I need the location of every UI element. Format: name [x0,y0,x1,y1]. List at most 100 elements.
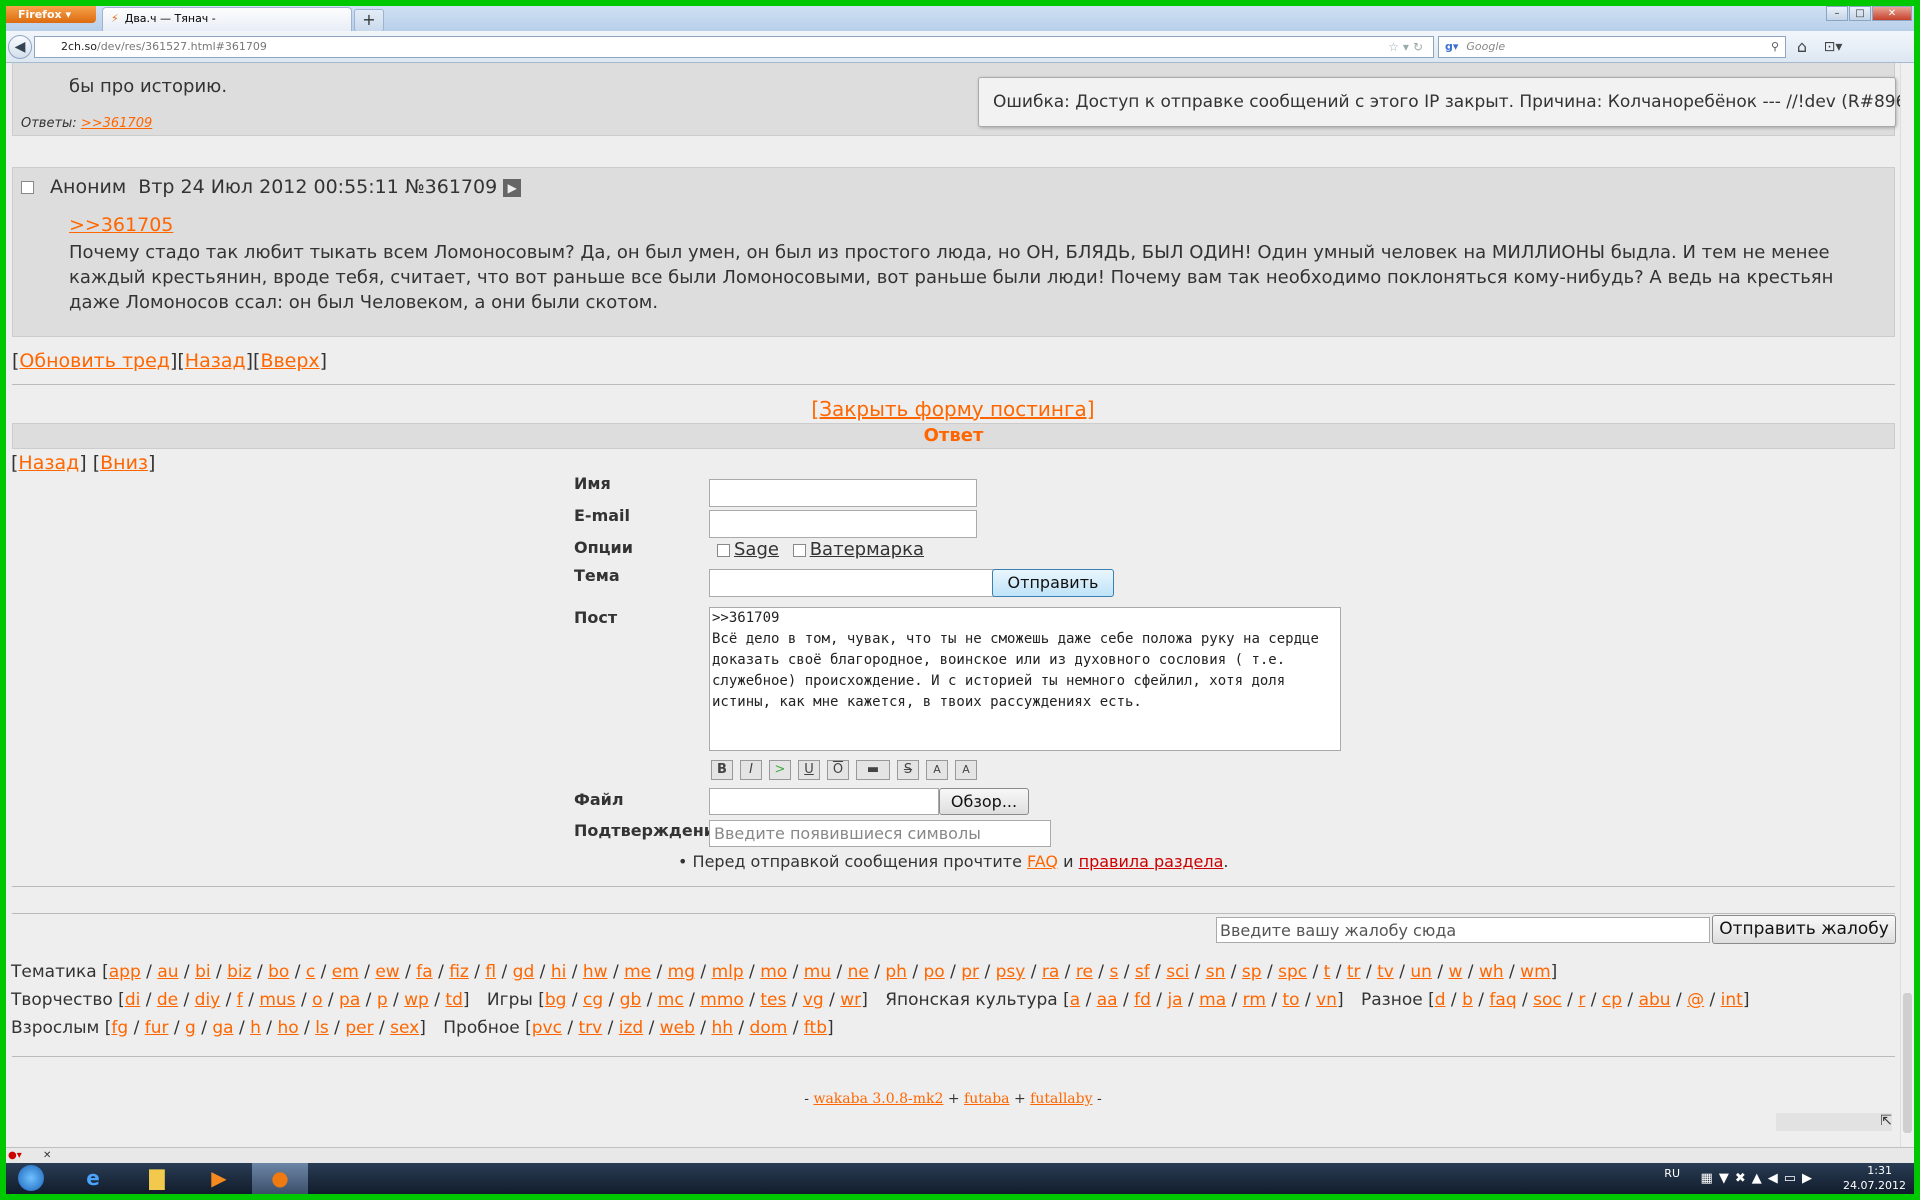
board-link-hi[interactable]: hi [551,962,567,982]
board-link-de[interactable]: de [157,990,178,1010]
board-link-app[interactable]: app [109,962,141,982]
close-form-link[interactable]: [Закрыть форму постинга] [6,397,1900,421]
form-back-link[interactable]: Назад [18,452,79,474]
bold-icon[interactable]: B [711,760,733,780]
url-bar[interactable]: 2ch.so/dev/res/361527.html#361709 ☆▾↻ [34,36,1434,58]
back-link[interactable]: Назад [185,350,246,372]
board-link-t[interactable]: t [1324,962,1331,982]
futallaby-link[interactable]: futallaby [1030,1091,1092,1107]
board-link-per[interactable]: per [345,1018,373,1038]
board-link-ma[interactable]: ma [1199,990,1226,1010]
board-link-c[interactable]: c [306,962,315,982]
underline-icon[interactable]: U [798,760,820,780]
complaint-field[interactable]: Введите вашу жалобу сюда [1216,917,1710,943]
board-link-p[interactable]: p [377,990,388,1010]
subscript-icon[interactable]: A [955,760,977,780]
board-link-sp[interactable]: sp [1242,962,1262,982]
reply-link[interactable]: >>361709 [81,116,152,131]
board-link-h[interactable]: h [250,1018,261,1038]
board-link-web[interactable]: web [660,1018,695,1038]
board-link-biz[interactable]: biz [227,962,251,982]
board-link-fur[interactable]: fur [145,1018,169,1038]
board-link-s[interactable]: s [1109,962,1118,982]
board-link-wm[interactable]: wm [1520,962,1550,982]
sage-checkbox[interactable] [717,543,730,557]
file-path-field[interactable] [709,788,939,815]
addon-bar-icon[interactable]: ⊡▾ [1818,35,1848,59]
bookmark-star-icon[interactable]: ☆▾↻ [1388,37,1427,57]
board-link-wh[interactable]: wh [1479,962,1504,982]
board-link-hh[interactable]: hh [711,1018,733,1038]
board-link-rm[interactable]: rm [1243,990,1266,1010]
board-link-sex[interactable]: sex [390,1018,419,1038]
board-link-trv[interactable]: trv [578,1018,602,1038]
start-button[interactable] [6,1163,56,1194]
board-link-po[interactable]: po [924,962,945,982]
board-link-mc[interactable]: mc [658,990,684,1010]
board-link-ra[interactable]: ra [1042,962,1059,982]
board-link-tv[interactable]: tv [1377,962,1394,982]
board-link-f[interactable]: f [237,990,243,1010]
board-link-@[interactable]: @ [1687,990,1704,1010]
strike-icon[interactable]: S [897,760,919,780]
internet-explorer-icon[interactable]: e [66,1163,120,1194]
board-link-to[interactable]: to [1282,990,1299,1010]
board-link-vn[interactable]: vn [1316,990,1337,1010]
page-scrollbar[interactable] [1900,63,1914,1147]
board-link-mlp[interactable]: mlp [712,962,744,982]
board-link-bg[interactable]: bg [545,990,567,1010]
board-link-int[interactable]: int [1721,990,1743,1010]
faq-link[interactable]: FAQ [1027,852,1058,871]
quote-link[interactable]: >>361705 [69,214,173,236]
new-tab-button[interactable]: + [354,9,384,32]
close-addon-bar-icon[interactable]: ✕ [43,1150,51,1161]
board-link-ne[interactable]: ne [848,962,869,982]
firefox-taskbar-icon[interactable]: ● [252,1163,308,1194]
board-link-td[interactable]: td [445,990,462,1010]
board-link-wr[interactable]: wr [840,990,861,1010]
board-link-fa[interactable]: fa [416,962,432,982]
watermark-checkbox[interactable] [792,543,806,557]
board-link-mu[interactable]: mu [804,962,831,982]
board-link-ga[interactable]: ga [212,1018,233,1038]
board-link-di[interactable]: di [125,990,141,1010]
board-link-dom[interactable]: dom [750,1018,788,1038]
board-link-hw[interactable]: hw [583,962,608,982]
board-link-a[interactable]: a [1070,990,1080,1010]
board-link-mg[interactable]: mg [668,962,695,982]
board-link-r[interactable]: r [1578,990,1585,1010]
board-link-aa[interactable]: aa [1097,990,1118,1010]
language-indicator[interactable]: RU [1664,1167,1680,1180]
board-link-me[interactable]: me [624,962,651,982]
board-link-psy[interactable]: psy [996,962,1026,982]
close-window-icon[interactable]: ✕ [1872,6,1912,21]
board-link-g[interactable]: g [185,1018,196,1038]
board-link-mmo[interactable]: mmo [700,990,744,1010]
board-link-mus[interactable]: mus [259,990,295,1010]
clock-date[interactable]: 24.07.2012 [1843,1179,1906,1192]
tab-active[interactable]: ⚡ Два.ч — Тянач - [102,7,352,31]
board-link-au[interactable]: au [157,962,178,982]
submit-button[interactable]: Отправить [992,569,1114,597]
home-icon[interactable]: ⌂ [1790,35,1814,59]
search-bar[interactable]: g▾ Google ⚲ [1438,36,1786,58]
expand-arrow-icon[interactable]: ▶ [503,178,522,197]
board-link-gb[interactable]: gb [620,990,642,1010]
board-rules-link[interactable]: правила раздела [1079,852,1224,871]
board-link-wp[interactable]: wp [404,990,429,1010]
top-link[interactable]: Вверх [260,350,319,372]
post-select-checkbox[interactable] [21,181,34,194]
minimize-icon[interactable]: – [1826,6,1848,21]
board-link-mo[interactable]: mo [760,962,787,982]
board-link-izd[interactable]: izd [619,1018,643,1038]
browse-button[interactable]: Обзор... [939,788,1029,815]
board-link-tes[interactable]: tes [760,990,786,1010]
board-link-abu[interactable]: abu [1639,990,1671,1010]
board-link-vg[interactable]: vg [803,990,824,1010]
post-textarea[interactable]: >>361709 Всё дело в том, чувак, что ты н… [709,607,1341,751]
board-link-un[interactable]: un [1410,962,1432,982]
board-link-fl[interactable]: fl [485,962,496,982]
board-link-soc[interactable]: soc [1533,990,1562,1010]
tray-icons[interactable]: ▦▼✖▲◀▭▶ [1701,1171,1818,1186]
scrollbar-thumb[interactable] [1903,993,1912,1133]
